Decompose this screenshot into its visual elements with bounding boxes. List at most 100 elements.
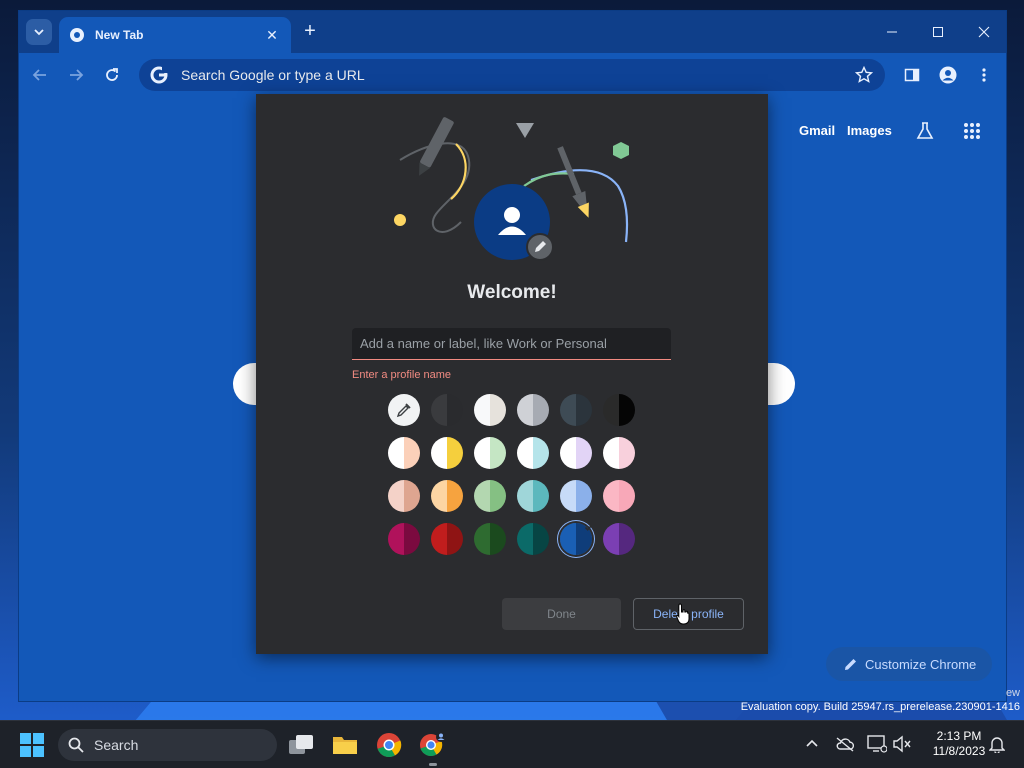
tab-close-icon[interactable]: ✕ xyxy=(263,27,281,44)
images-link[interactable]: Images xyxy=(847,123,892,138)
running-indicator xyxy=(429,763,437,766)
color-swatch[interactable] xyxy=(431,437,463,469)
tab-title: New Tab xyxy=(95,28,144,42)
maximize-icon xyxy=(933,27,943,37)
cloud-icon xyxy=(836,737,855,752)
apps-button[interactable] xyxy=(960,119,984,143)
swatch-left-half xyxy=(560,523,576,555)
swatch-left-half xyxy=(431,523,447,555)
profile-name-input[interactable] xyxy=(352,328,671,360)
swatch-right-half xyxy=(447,523,463,555)
show-hidden-icons-button[interactable] xyxy=(801,733,823,755)
swatch-left-half xyxy=(560,480,576,512)
color-swatch[interactable] xyxy=(603,394,635,426)
customize-chrome-button[interactable]: Customize Chrome xyxy=(826,647,992,681)
swatch-right-half xyxy=(619,523,635,555)
taskbar-search-box[interactable]: Search xyxy=(58,729,277,761)
swatch-left-half xyxy=(560,437,576,469)
color-swatch[interactable] xyxy=(560,394,592,426)
omnibox-placeholder: Search Google or type a URL xyxy=(181,67,365,83)
color-swatch[interactable] xyxy=(474,394,506,426)
swatch-right-half xyxy=(490,480,506,512)
bookmark-star-button[interactable] xyxy=(849,60,879,90)
chrome-taskbar-button[interactable] xyxy=(374,730,404,760)
color-swatch[interactable] xyxy=(603,480,635,512)
swatch-left-half xyxy=(474,523,490,555)
color-swatch[interactable] xyxy=(431,394,463,426)
customize-label: Customize Chrome xyxy=(865,656,977,672)
tab-new-tab[interactable]: New Tab ✕ xyxy=(59,17,291,53)
color-swatch[interactable] xyxy=(517,394,549,426)
swatch-left-half xyxy=(517,437,533,469)
task-view-button[interactable] xyxy=(286,730,316,760)
color-swatch[interactable] xyxy=(388,523,420,555)
labs-button[interactable] xyxy=(913,119,937,143)
volume-tray-button[interactable] xyxy=(891,733,913,755)
color-swatch[interactable] xyxy=(431,523,463,555)
forward-arrow-icon xyxy=(70,69,84,81)
close-icon xyxy=(978,26,990,38)
taskbar: Search 2:13 PM 11/8/2023 xyxy=(0,720,1024,768)
back-arrow-icon xyxy=(32,69,46,81)
watermark-edge-text: ew xyxy=(1005,687,1020,699)
swatch-right-half xyxy=(619,480,635,512)
profile-customization-dialog: Welcome! Enter a profile name Done Delet… xyxy=(256,94,768,654)
swatch-left-half xyxy=(388,437,404,469)
swatch-right-half xyxy=(619,394,635,426)
color-swatch[interactable] xyxy=(474,480,506,512)
swatch-left-half xyxy=(474,480,490,512)
minimize-button[interactable] xyxy=(869,17,915,47)
color-swatch[interactable] xyxy=(517,523,549,555)
minimize-icon xyxy=(887,31,897,33)
network-tray-button[interactable] xyxy=(866,733,888,755)
chrome-favicon-icon xyxy=(70,28,84,42)
color-swatch[interactable] xyxy=(560,437,592,469)
color-swatch[interactable] xyxy=(603,437,635,469)
new-tab-button[interactable]: + xyxy=(299,21,321,43)
swatch-right-half xyxy=(576,394,592,426)
reload-button[interactable] xyxy=(99,62,125,88)
color-swatch[interactable] xyxy=(603,523,635,555)
gmail-link[interactable]: Gmail xyxy=(799,123,835,138)
swatch-left-half xyxy=(517,480,533,512)
color-swatch[interactable] xyxy=(560,480,592,512)
windows-start-icon[interactable] xyxy=(20,733,44,757)
custom-color-picker-button[interactable] xyxy=(388,394,420,426)
notifications-button[interactable] xyxy=(986,733,1008,755)
speaker-muted-icon xyxy=(893,735,911,753)
swatch-right-half xyxy=(447,394,463,426)
color-swatch[interactable] xyxy=(431,480,463,512)
color-swatch[interactable] xyxy=(474,523,506,555)
color-swatch[interactable] xyxy=(517,437,549,469)
apps-grid-icon xyxy=(964,123,980,139)
dialog-title: Welcome! xyxy=(467,282,557,303)
swatch-right-half xyxy=(490,437,506,469)
onedrive-tray-button[interactable] xyxy=(834,733,856,755)
back-button[interactable] xyxy=(27,62,53,88)
close-window-button[interactable] xyxy=(961,17,1006,47)
color-swatch[interactable] xyxy=(517,480,549,512)
swatch-left-half xyxy=(603,480,619,512)
swatch-right-half xyxy=(447,437,463,469)
swatch-left-half xyxy=(603,394,619,426)
menu-button[interactable] xyxy=(971,62,997,88)
swatch-right-half xyxy=(533,437,549,469)
omnibox[interactable]: Search Google or type a URL xyxy=(139,59,885,91)
tab-search-button[interactable] xyxy=(26,19,52,45)
forward-button[interactable] xyxy=(63,62,89,88)
google-g-icon xyxy=(150,66,168,84)
flask-icon xyxy=(916,122,934,139)
color-swatch[interactable] xyxy=(474,437,506,469)
browser-toolbar: Search Google or type a URL xyxy=(19,53,1006,97)
swatch-left-half xyxy=(603,523,619,555)
color-swatch[interactable] xyxy=(388,480,420,512)
maximize-button[interactable] xyxy=(915,17,961,47)
done-button[interactable]: Done xyxy=(502,598,621,630)
color-swatch[interactable] xyxy=(388,437,420,469)
profile-button[interactable] xyxy=(935,62,961,88)
file-explorer-button[interactable] xyxy=(330,730,360,760)
side-panel-button[interactable] xyxy=(899,62,925,88)
search-icon xyxy=(68,737,84,753)
chrome-profile-taskbar-button[interactable] xyxy=(418,730,448,760)
chrome-profile-icon xyxy=(420,732,446,757)
